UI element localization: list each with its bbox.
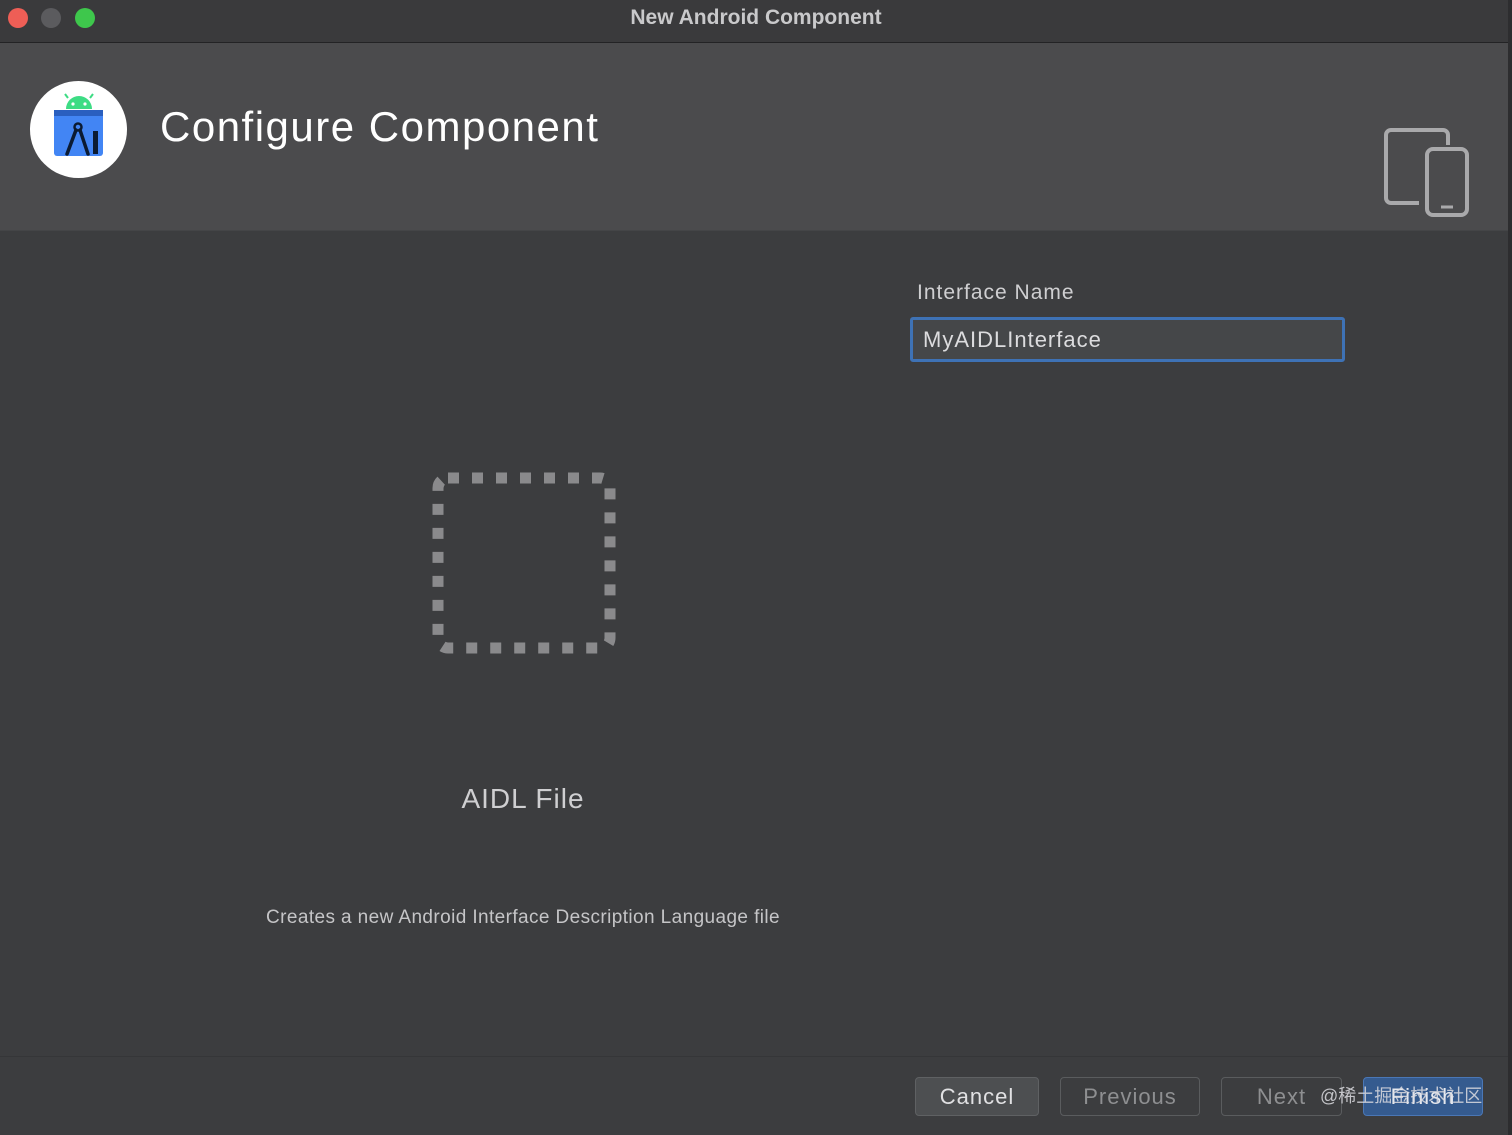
placeholder-template-icon bbox=[430, 471, 616, 662]
interface-name-label: Interface Name bbox=[917, 281, 1075, 305]
wizard-footer: Cancel Previous Next Finish @稀土掘金技术社区 bbox=[0, 1056, 1512, 1135]
previous-button[interactable]: Previous bbox=[1060, 1077, 1200, 1116]
next-button[interactable]: Next bbox=[1221, 1077, 1342, 1116]
component-name: AIDL File bbox=[323, 783, 723, 815]
component-description: Creates a new Android Interface Descript… bbox=[200, 907, 846, 929]
devices-icon bbox=[1383, 127, 1471, 224]
finish-button[interactable]: Finish bbox=[1363, 1077, 1483, 1116]
page-title: Configure Component bbox=[160, 103, 599, 151]
wizard-header: Configure Component bbox=[0, 43, 1512, 231]
interface-name-input[interactable] bbox=[910, 317, 1345, 362]
android-studio-logo-icon bbox=[30, 81, 127, 178]
window-title: New Android Component bbox=[0, 6, 1512, 30]
window-edge bbox=[1508, 0, 1512, 1135]
cancel-button[interactable]: Cancel bbox=[915, 1077, 1039, 1116]
title-bar[interactable]: New Android Component bbox=[0, 0, 1512, 43]
new-android-component-window: New Android Component Configure Compone bbox=[0, 0, 1512, 1135]
